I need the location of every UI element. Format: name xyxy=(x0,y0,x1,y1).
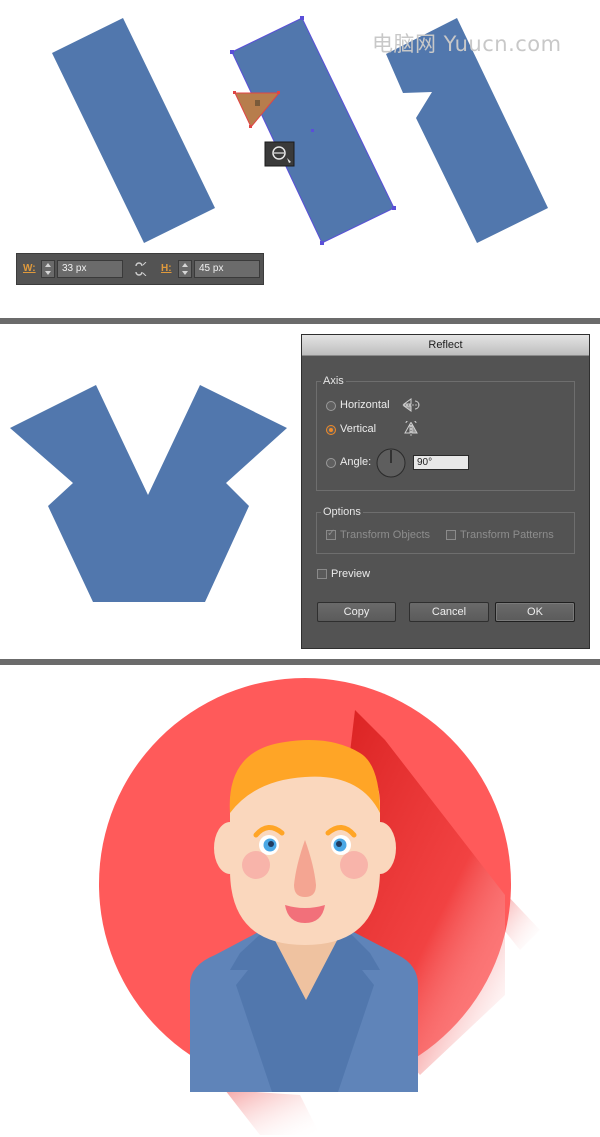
reflect-cursor-icon xyxy=(264,141,295,167)
horizontal-radio[interactable] xyxy=(326,401,336,411)
width-stepper[interactable] xyxy=(41,260,55,278)
angle-input[interactable]: 90° xyxy=(413,455,469,470)
cheek-right xyxy=(340,851,368,879)
reflect-dialog: Reflect Axis Horizontal Vertical Angle: … xyxy=(301,334,590,649)
angle-radio[interactable] xyxy=(326,458,336,468)
dialog-title: Reflect xyxy=(302,335,589,356)
horizontal-label: Horizontal xyxy=(340,399,390,411)
link-constrain-icon[interactable] xyxy=(133,262,149,276)
watermark-text: 电脑网 Yuucn.com xyxy=(372,32,562,56)
artboard-panel-1: 电脑网 Yuucn.com W: 33 px H: 45 px xyxy=(0,0,600,318)
transform-patterns-checkbox[interactable] xyxy=(446,530,456,540)
options-group-label: Options xyxy=(321,506,363,518)
axis-group xyxy=(316,381,575,491)
pupil-left xyxy=(268,841,274,847)
artboard-panel-2: Reflect Axis Horizontal Vertical Angle: … xyxy=(0,324,600,659)
pupil-right xyxy=(336,841,342,847)
transform-objects-checkbox[interactable] xyxy=(326,528,336,540)
artboard-panel-3 xyxy=(0,665,600,1137)
avatar-illustration xyxy=(99,678,540,1135)
preview-checkbox[interactable] xyxy=(317,569,327,579)
width-input[interactable]: 33 px xyxy=(57,260,123,278)
ok-button[interactable]: OK xyxy=(495,602,575,622)
angle-label: Angle: xyxy=(340,456,372,468)
cheek-left xyxy=(242,851,270,879)
reflect-vertical-icon xyxy=(404,421,418,436)
height-stepper[interactable] xyxy=(178,260,192,278)
height-input[interactable]: 45 px xyxy=(194,260,260,278)
triangle-center-mark xyxy=(255,100,260,106)
reflected-v-shape[interactable] xyxy=(10,385,287,602)
axis-group-label: Axis xyxy=(321,375,346,387)
vertical-radio[interactable] xyxy=(326,425,336,435)
preview-label: Preview xyxy=(331,568,371,580)
transform-toolbar: W: 33 px H: 45 px xyxy=(16,253,264,285)
copy-button[interactable]: Copy xyxy=(317,602,396,622)
height-label: H: xyxy=(161,263,172,274)
long-shadow-tail xyxy=(225,1090,320,1135)
reflect-horizontal-icon xyxy=(402,398,420,412)
cancel-button[interactable]: Cancel xyxy=(409,602,489,622)
transform-patterns-label: Transform Patterns xyxy=(460,529,554,541)
angle-dial-icon[interactable] xyxy=(376,448,406,478)
blue-rectangle-left[interactable] xyxy=(52,18,215,243)
vertical-label: Vertical xyxy=(340,423,377,435)
transform-objects-label: Transform Objects xyxy=(340,529,431,541)
width-label: W: xyxy=(23,263,36,274)
